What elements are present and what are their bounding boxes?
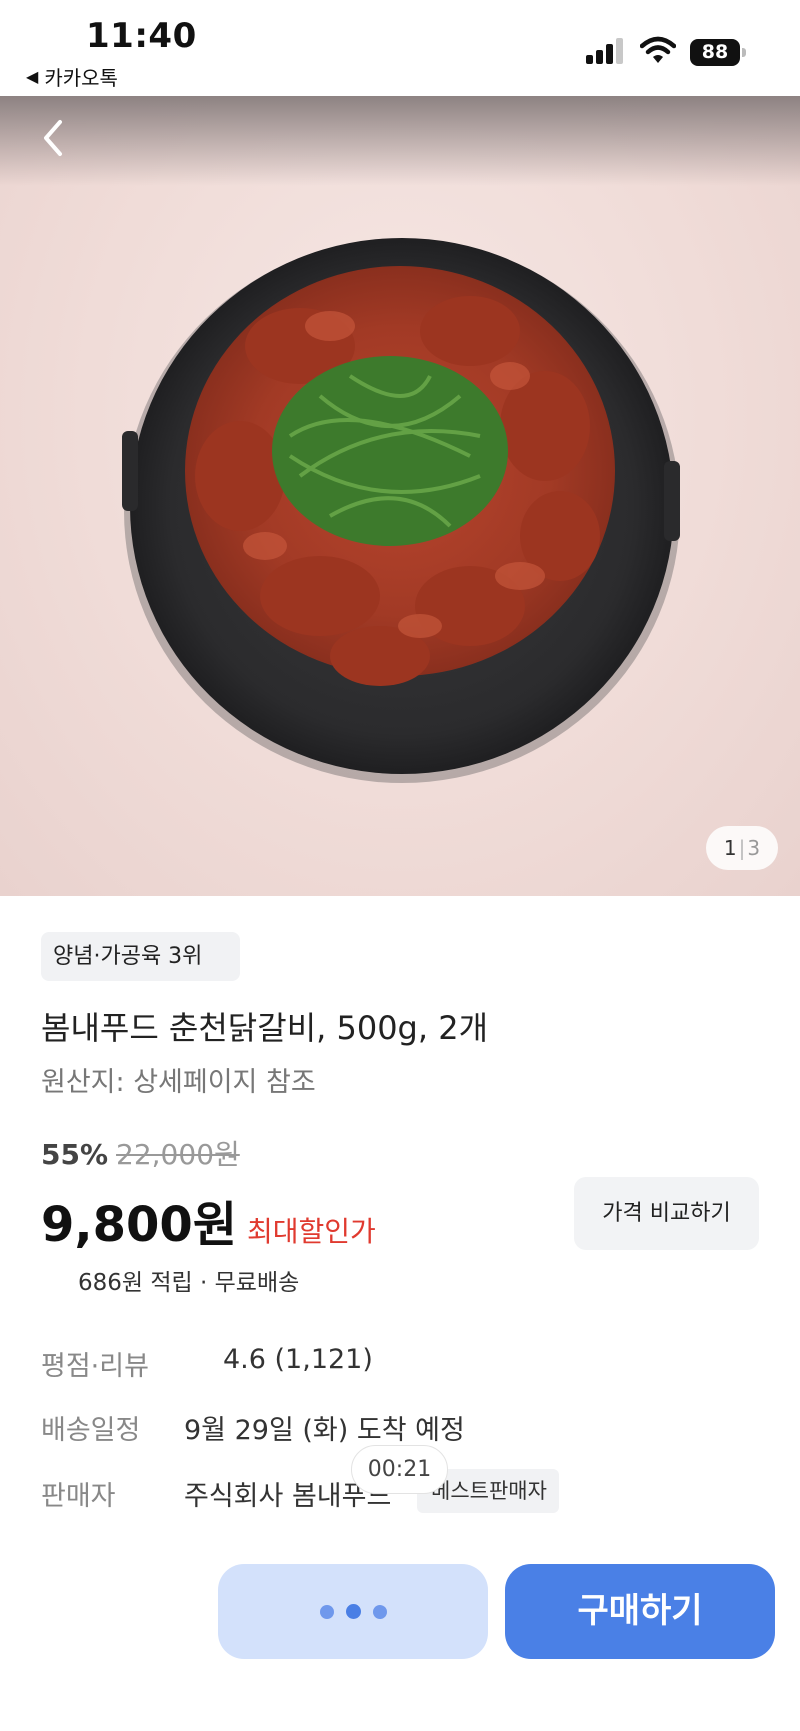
max-discount-tag: 최대할인가 <box>247 1215 376 1248</box>
status-bar: 11:40 ◀ 카카오톡 88 <box>0 0 800 96</box>
sale-price: 9,800원 <box>41 1197 237 1253</box>
back-to-app-link[interactable]: ◀ 카카오톡 <box>26 62 118 91</box>
delivery-value: 9월 29일 (화) 도착 예정 <box>184 1415 465 1446</box>
rating-label: 평점·리뷰 <box>41 1351 149 1382</box>
delivery-label: 배송일정 <box>41 1415 141 1446</box>
original-price: 22,000원 <box>116 1138 240 1171</box>
back-triangle-icon: ◀ <box>26 67 39 86</box>
back-arrow-icon[interactable] <box>38 118 68 158</box>
loading-dot-icon <box>345 1604 361 1619</box>
discount-rate: 55% <box>41 1138 109 1171</box>
image-total: 3 <box>747 836 761 860</box>
battery-icon: 88 <box>690 39 746 66</box>
product-photo <box>122 238 680 783</box>
product-origin: 원산지: 상세페이지 참조 <box>41 1067 316 1098</box>
battery-level: 88 <box>690 39 740 66</box>
loading-dot-icon <box>319 1604 334 1619</box>
timer-overlay: 00:21 <box>351 1445 448 1494</box>
loading-dot-icon <box>372 1604 387 1619</box>
back-app-label: 카카오톡 <box>44 66 118 90</box>
loading-more-button[interactable] <box>218 1564 488 1659</box>
price-row: 9,800원 최대할인가 <box>41 1185 376 1255</box>
wifi-icon <box>640 36 676 63</box>
delivery-row: 배송일정 9월 29일 (화) 도착 예정 <box>41 1408 465 1447</box>
seller-row[interactable]: 판매자 주식회사 봄내푸드 <box>41 1474 391 1513</box>
discount-row: 55% 22,000원 <box>41 1133 240 1173</box>
points-shipping-info: 686원 적립 · 무료배송 <box>78 1270 300 1296</box>
product-title: 봄내푸드 춘천닭갈비, 500g, 2개 <box>41 1009 489 1047</box>
clock: 11:40 <box>86 16 197 56</box>
image-counter: 1 | 3 <box>706 826 778 870</box>
rating-review-row[interactable]: 평점·리뷰 4.6 (1,121) <box>41 1344 373 1383</box>
rating-value: 4.6 (1,121) <box>223 1344 373 1375</box>
buy-button[interactable]: 구매하기 <box>505 1564 775 1659</box>
seller-label: 판매자 <box>41 1481 116 1512</box>
product-image-carousel[interactable]: 1 | 3 <box>0 96 800 896</box>
category-rank-badge[interactable]: 양념·가공육 3위 <box>41 932 241 981</box>
cellular-signal-icon <box>586 38 623 64</box>
price-compare-button[interactable]: 가격 비교하기 <box>574 1177 759 1250</box>
image-index: 1 <box>723 836 737 860</box>
